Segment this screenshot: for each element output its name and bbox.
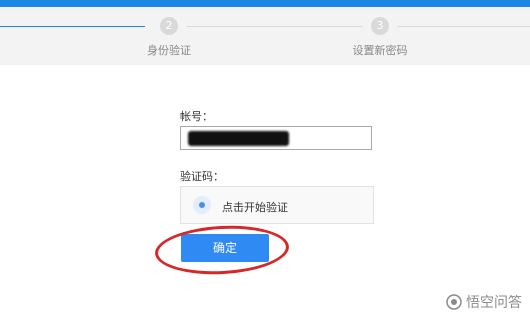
account-label: 帐号： — [180, 110, 213, 123]
confirm-button[interactable]: 确定 — [181, 234, 269, 262]
step-line — [398, 26, 530, 27]
progress-steps: 2 3 身份验证 设置新密码 — [0, 7, 530, 65]
step-3-circle: 3 — [371, 17, 389, 35]
captcha-label: 验证码： — [180, 170, 224, 183]
watermark-logo-icon — [446, 294, 462, 310]
captcha-prompt: 点击开始验证 — [222, 201, 288, 214]
verify-dot-icon — [193, 196, 211, 214]
redacted-account-value — [188, 131, 289, 146]
step-line — [187, 26, 362, 27]
step-2-circle: 2 — [160, 17, 178, 35]
account-input[interactable] — [180, 126, 372, 150]
watermark-text: 悟空问答 — [466, 295, 522, 311]
captcha-verify-widget[interactable]: 点击开始验证 — [180, 186, 374, 224]
top-accent-bar — [0, 0, 530, 7]
step-line-completed — [0, 26, 145, 27]
watermark: 悟空问答 — [446, 292, 522, 312]
step-3-label: 设置新密码 — [352, 44, 408, 57]
step-2-label: 身份验证 — [147, 44, 191, 57]
